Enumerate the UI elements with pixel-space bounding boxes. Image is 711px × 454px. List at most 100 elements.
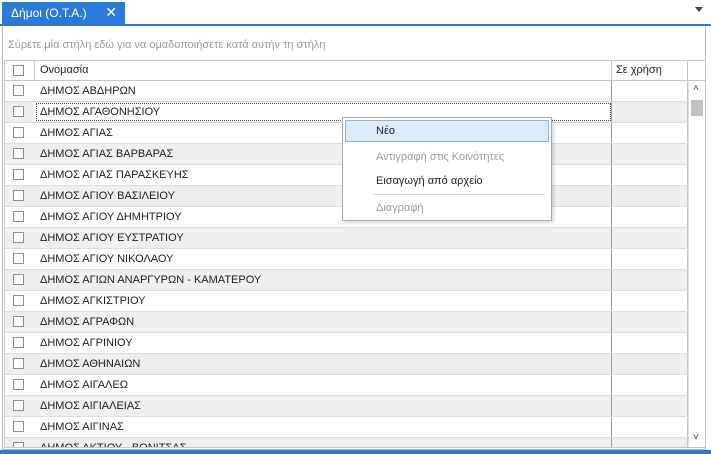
menu-item-delete: Διαγραφή (376, 202, 424, 214)
vertical-scrollbar[interactable]: ˄ ˅ (688, 81, 705, 447)
checkbox-icon[interactable] (13, 232, 24, 243)
cell-in-use[interactable] (612, 186, 688, 206)
checkbox-icon[interactable] (13, 442, 24, 447)
row-select-cell[interactable] (5, 354, 35, 374)
grid-header: Ονομασία Σε χρήση (5, 61, 705, 81)
group-by-panel[interactable]: Σύρετε μία στήλη εδώ για να ομαδοποιήσετ… (3, 30, 705, 60)
cell-in-use[interactable] (612, 417, 688, 437)
row-select-cell[interactable] (5, 333, 35, 353)
cell-name[interactable]: ΔΗΜΟΣ ΑΚΤΙΟΥ - ΒΟΝΙΤΣΑΣ (35, 438, 612, 447)
table-row[interactable]: ΔΗΜΟΣ ΑΘΗΝΑΙΩΝ (5, 354, 688, 375)
cell-in-use[interactable] (612, 333, 688, 353)
cell-name[interactable]: ΔΗΜΟΣ ΑΓΚΙΣΤΡΙΟΥ (35, 291, 612, 311)
chevron-up-icon[interactable]: ˄ (693, 84, 701, 94)
row-select-cell[interactable] (5, 165, 35, 185)
row-select-cell[interactable] (5, 375, 35, 395)
table-row[interactable]: ΔΗΜΟΣ ΑΙΓΑΛΕΩ (5, 375, 688, 396)
table-row[interactable]: ΔΗΜΟΣ ΑΙΓΙΝΑΣ (5, 417, 688, 438)
checkbox-icon[interactable] (13, 211, 24, 222)
chevron-down-icon[interactable]: ˅ (693, 433, 701, 443)
row-select-cell[interactable] (5, 144, 35, 164)
checkbox-icon[interactable] (13, 106, 24, 117)
cell-in-use[interactable] (612, 144, 688, 164)
cell-name[interactable]: ΔΗΜΟΣ ΑΓΡΙΝΙΟΥ (35, 333, 612, 353)
cell-name[interactable]: ΔΗΜΟΣ ΑΙΓΙΝΑΣ (35, 417, 612, 437)
table-row[interactable]: ΔΗΜΟΣ ΑΓΚΙΣΤΡΙΟΥ (5, 291, 688, 312)
row-select-cell[interactable] (5, 207, 35, 227)
checkbox-icon[interactable] (13, 274, 24, 285)
checkbox-icon[interactable] (13, 379, 24, 390)
table-row[interactable]: ΔΗΜΟΣ ΑΓΙΟΥ ΝΙΚΟΛΑΟΥ (5, 249, 688, 270)
table-row[interactable]: ΔΗΜΟΣ ΑΙΓΙΑΛΕΙΑΣ (5, 396, 688, 417)
cell-in-use[interactable] (612, 396, 688, 416)
cell-in-use[interactable] (612, 207, 688, 227)
row-select-cell[interactable] (5, 81, 35, 101)
cell-in-use[interactable] (612, 438, 688, 447)
table-row[interactable]: ΔΗΜΟΣ ΑΚΤΙΟΥ - ΒΟΝΙΤΣΑΣ (5, 438, 688, 447)
context-menu: Νέο Αντιγραφή στις Κοινότητες Εισαγωγή α… (342, 117, 552, 221)
checkbox-icon[interactable] (13, 85, 24, 96)
document-tab-strip: Δήμοι (Ο.Τ.Α.) ✕ (0, 0, 711, 26)
row-select-cell[interactable] (5, 417, 35, 437)
bottom-accent-bar (0, 450, 711, 454)
checkbox-icon[interactable] (13, 337, 24, 348)
row-select-cell[interactable] (5, 270, 35, 290)
cell-in-use[interactable] (612, 270, 688, 290)
table-row[interactable]: ΔΗΜΟΣ ΑΓΡΙΝΙΟΥ (5, 333, 688, 354)
cell-in-use[interactable] (612, 375, 688, 395)
row-select-cell[interactable] (5, 228, 35, 248)
table-row[interactable]: ΔΗΜΟΣ ΑΓΡΑΦΩΝ (5, 312, 688, 333)
menu-item-copy-to-communities: Αντιγραφή στις Κοινότητες (376, 151, 505, 163)
table-row[interactable]: ΔΗΜΟΣ ΑΓΙΩΝ ΑΝΑΡΓΥΡΩΝ - ΚΑΜΑΤΕΡΟΥ (5, 270, 688, 291)
cell-in-use[interactable] (612, 312, 688, 332)
close-icon[interactable]: ✕ (105, 5, 117, 19)
checkbox-icon[interactable] (13, 65, 24, 76)
cell-in-use[interactable] (612, 81, 688, 101)
cell-name[interactable]: ΔΗΜΟΣ ΑΓΡΑΦΩΝ (35, 312, 612, 332)
row-select-cell[interactable] (5, 291, 35, 311)
cell-name[interactable]: ΔΗΜΟΣ ΑΓΙΟΥ ΕΥΣΤΡΑΤΙΟΥ (35, 228, 612, 248)
checkbox-icon[interactable] (13, 358, 24, 369)
row-select-cell[interactable] (5, 249, 35, 269)
checkbox-icon[interactable] (13, 421, 24, 432)
checkbox-icon[interactable] (13, 148, 24, 159)
row-select-cell[interactable] (5, 438, 35, 447)
checkbox-icon[interactable] (13, 127, 24, 138)
tab-title: Δήμοι (Ο.Τ.Α.) (11, 6, 87, 20)
table-row[interactable]: ΔΗΜΟΣ ΑΓΙΟΥ ΕΥΣΤΡΑΤΙΟΥ (5, 228, 688, 249)
cell-in-use[interactable] (612, 291, 688, 311)
chevron-down-icon[interactable] (695, 7, 703, 12)
checkbox-icon[interactable] (13, 295, 24, 306)
row-select-cell[interactable] (5, 396, 35, 416)
checkbox-icon[interactable] (13, 316, 24, 327)
cell-name[interactable]: ΔΗΜΟΣ ΑΓΙΟΥ ΝΙΚΟΛΑΟΥ (35, 249, 612, 269)
row-select-cell[interactable] (5, 123, 35, 143)
header-select-all[interactable] (5, 61, 35, 80)
scrollbar-thumb[interactable] (691, 100, 703, 116)
row-select-cell[interactable] (5, 312, 35, 332)
column-header-in-use[interactable]: Σε χρήση (612, 61, 688, 80)
checkbox-icon[interactable] (13, 253, 24, 264)
checkbox-icon[interactable] (13, 190, 24, 201)
row-select-cell[interactable] (5, 102, 35, 122)
cell-in-use[interactable] (612, 102, 688, 122)
row-select-cell[interactable] (5, 186, 35, 206)
cell-in-use[interactable] (612, 228, 688, 248)
tab-dimoi[interactable]: Δήμοι (Ο.Τ.Α.) ✕ (2, 2, 125, 24)
checkbox-icon[interactable] (13, 400, 24, 411)
cell-name[interactable]: ΔΗΜΟΣ ΑΓΙΩΝ ΑΝΑΡΓΥΡΩΝ - ΚΑΜΑΤΕΡΟΥ (35, 270, 612, 290)
checkbox-icon[interactable] (13, 169, 24, 180)
cell-in-use[interactable] (612, 165, 688, 185)
table-row[interactable]: ΔΗΜΟΣ ΑΒΔΗΡΩΝ (5, 81, 688, 102)
cell-name[interactable]: ΔΗΜΟΣ ΑΒΔΗΡΩΝ (35, 81, 612, 101)
cell-name[interactable]: ΔΗΜΟΣ ΑΙΓΙΑΛΕΙΑΣ (35, 396, 612, 416)
menu-separator (373, 194, 545, 195)
column-header-name[interactable]: Ονομασία (35, 61, 612, 80)
cell-name[interactable]: ΔΗΜΟΣ ΑΘΗΝΑΙΩΝ (35, 354, 612, 374)
cell-in-use[interactable] (612, 123, 688, 143)
cell-in-use[interactable] (612, 249, 688, 269)
menu-item-new[interactable]: Νέο (345, 120, 549, 142)
cell-name[interactable]: ΔΗΜΟΣ ΑΙΓΑΛΕΩ (35, 375, 612, 395)
cell-in-use[interactable] (612, 354, 688, 374)
menu-item-import-from-file[interactable]: Εισαγωγή από αρχείο (345, 170, 549, 192)
